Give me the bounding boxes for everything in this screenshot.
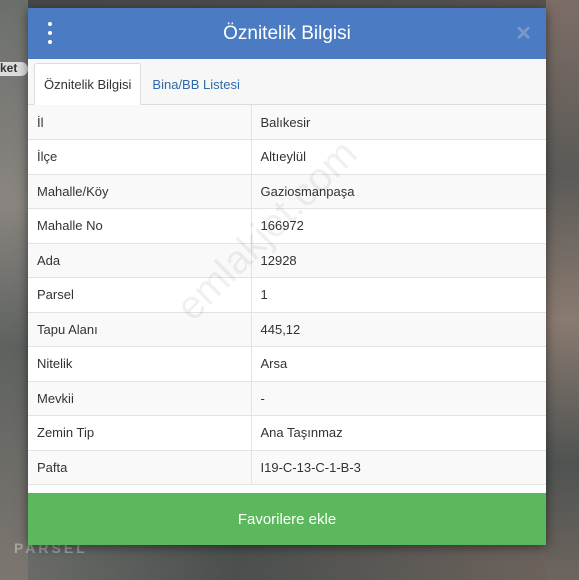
attribute-value: 445,12	[251, 312, 546, 347]
attribute-table: İl Balıkesir İlçe Altıeylül Mahalle/Köy Gazio…	[28, 105, 546, 485]
attribute-key: İlçe	[28, 139, 252, 175]
attribute-key: Ada	[28, 243, 252, 278]
table-row: Ada 12928	[28, 243, 546, 278]
dialog-header: Öznitelik Bilgisi ✕	[28, 8, 546, 59]
attribute-key: İl	[28, 105, 252, 140]
map-strip-right	[546, 0, 579, 580]
table-row: Parsel 1	[28, 277, 546, 313]
attribute-key: Nitelik	[28, 346, 252, 382]
attribute-dialog: Öznitelik Bilgisi ✕ Öznitelik Bilgisi Bi…	[28, 8, 546, 545]
table-row: Mahalle No 166972	[28, 208, 546, 244]
attribute-value: 1	[251, 277, 546, 313]
attribute-key: Mahalle/Köy	[28, 174, 252, 209]
kebab-menu-icon[interactable]	[46, 22, 54, 44]
map-road-label: ket	[0, 61, 18, 75]
table-row: İl Balıkesir	[28, 105, 546, 140]
attribute-value: Ana Taşınmaz	[251, 415, 546, 451]
table-row: İlçe Altıeylül	[28, 139, 546, 175]
tab-bar: Öznitelik Bilgisi Bina/BB Listesi	[28, 59, 546, 105]
tab-building-list[interactable]: Bina/BB Listesi	[143, 64, 248, 104]
table-row: Nitelik Arsa	[28, 346, 546, 382]
attribute-value: Balıkesir	[251, 105, 546, 140]
attribute-value: -	[251, 381, 546, 416]
attribute-key: Parsel	[28, 277, 252, 313]
attribute-value: Gaziosmanpaşa	[251, 174, 546, 209]
attribute-value: Arsa	[251, 346, 546, 382]
attribute-key: Tapu Alanı	[28, 312, 252, 347]
attribute-value: Altıeylül	[251, 139, 546, 175]
attribute-key: Mevkii	[28, 381, 252, 416]
table-row: Mevkii -	[28, 381, 546, 416]
close-icon[interactable]: ✕	[515, 21, 532, 46]
map-bottom	[28, 545, 546, 580]
map-strip-left	[0, 0, 28, 580]
attribute-value: 12928	[251, 243, 546, 278]
attribute-key: Pafta	[28, 450, 252, 485]
tab-attribute-info[interactable]: Öznitelik Bilgisi	[34, 63, 142, 105]
table-row: Tapu Alanı 445,12	[28, 312, 546, 347]
attribute-value: 166972	[251, 208, 546, 244]
attribute-value: I19-C-13-C-1-B-3	[251, 450, 546, 485]
add-to-favorites-button[interactable]: Favorilere ekle	[28, 493, 546, 545]
table-row: Pafta I19-C-13-C-1-B-3	[28, 450, 546, 485]
table-row: Mahalle/Köy Gaziosmanpaşa	[28, 174, 546, 209]
attribute-key: Zemin Tip	[28, 415, 252, 451]
table-row: Zemin Tip Ana Taşınmaz	[28, 415, 546, 451]
attribute-key: Mahalle No	[28, 208, 252, 244]
dialog-title: Öznitelik Bilgisi	[223, 22, 351, 44]
